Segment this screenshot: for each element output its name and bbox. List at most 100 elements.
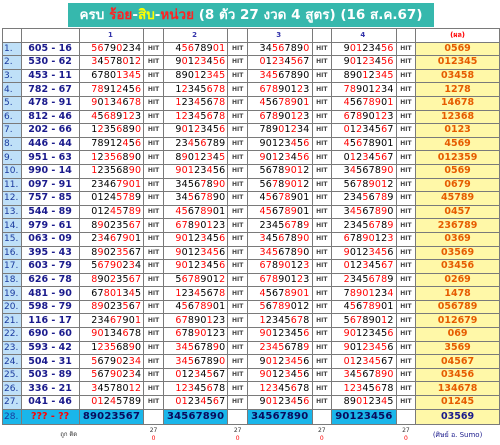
sheet: ครบ ร้อย-สิบ-หน่วย (8 ตัว 27 งวด 4 สูตร)… xyxy=(0,0,500,445)
set-1-hit-badge: HIT xyxy=(143,163,164,179)
set-1-hit-badge: HIT xyxy=(143,191,164,206)
result-digits: 0369 xyxy=(415,231,500,247)
set-1-digit: 9 xyxy=(135,396,142,408)
set-3-digit: 6 xyxy=(303,396,310,408)
set-3-cell: 12345678 xyxy=(246,381,313,397)
set-1-digit: 7 xyxy=(135,219,142,231)
set-2-hit-badge: HIT xyxy=(227,204,248,220)
set-1-digit: 5 xyxy=(135,287,142,299)
set-3-digit: 8 xyxy=(303,382,310,394)
set-2-cell: 12345678 xyxy=(162,109,229,125)
set-1-cell: 01245789 xyxy=(78,204,145,220)
set-4-cell: 56789012 xyxy=(331,177,397,193)
set-2-digit: 0 xyxy=(219,355,226,367)
result-digits: 236789 xyxy=(415,218,500,233)
set-4-digit: 1 xyxy=(387,138,394,150)
table-row: 12. 757 - 85 01245789 HIT 34567890 HIT 4567890… xyxy=(2,191,500,206)
row-index: 15. xyxy=(2,231,22,247)
set-2-cell: 12345678 xyxy=(162,95,229,111)
set-4-hit-badge: HIT xyxy=(395,55,417,70)
row-index: 26. xyxy=(2,381,22,397)
set-2-digit: 6 xyxy=(219,246,226,258)
set-1-digit: 9 xyxy=(135,206,142,218)
result-digits: 03569 xyxy=(415,245,500,261)
set-4-digit: 4 xyxy=(387,83,394,95)
header-result: (ผล) xyxy=(415,28,500,43)
set-2-digit: 6 xyxy=(219,165,226,177)
set-1-digit: 6 xyxy=(135,138,142,150)
set-1-cell: 23467901 xyxy=(78,313,145,329)
row-index: 12. xyxy=(2,191,22,206)
set-1-cell: 56790234 xyxy=(78,354,145,369)
set-3-hit-badge: HIT xyxy=(311,68,333,84)
set-3-hit-count: 27 xyxy=(317,426,326,434)
set-2-hit-badge: HIT xyxy=(227,95,248,111)
header-hit-1 xyxy=(143,28,164,43)
set-1-cell: 89023567 xyxy=(78,245,145,261)
header-set-4: 4 xyxy=(331,28,397,43)
set-3-hit-badge: HIT xyxy=(311,286,333,301)
set-4-hit-badge: HIT xyxy=(395,340,417,356)
set-3-hit-badge: HIT xyxy=(311,55,333,70)
set-1-hit-badge: HIT xyxy=(143,313,164,329)
set-1-cell: 12356890 xyxy=(78,150,145,165)
header-set-1: 1 xyxy=(78,28,145,43)
set-4-hit-badge: HIT xyxy=(395,82,417,97)
set-4-digit: 6 xyxy=(387,42,394,54)
set-2-hit-badge: HIT xyxy=(227,286,248,301)
result-number: 097 - 91 xyxy=(20,177,80,193)
set-4-tally: 27 0 xyxy=(396,424,416,445)
set-4-digit: 6 xyxy=(387,56,394,68)
result-digits: 12368 xyxy=(415,109,500,125)
set-4-digit: 3 xyxy=(387,233,394,245)
row-index: 24. xyxy=(2,354,22,369)
set-3-cell: 90123456 xyxy=(246,395,313,410)
set-4-miss-count: 0 xyxy=(404,434,408,442)
set-2-hit-badge: HIT xyxy=(227,82,248,97)
result-digits: 056789 xyxy=(415,299,500,315)
set-2-digit: 3 xyxy=(219,219,226,231)
set-1-digit: 0 xyxy=(135,341,142,353)
set-1-hit-badge: HIT xyxy=(143,231,164,247)
set-2-digit: 6 xyxy=(219,233,226,245)
set-3-digit: 3 xyxy=(303,260,310,272)
set-3-cell: 90123456 xyxy=(246,327,313,342)
set-2-digit: 7 xyxy=(219,396,226,408)
result-number: 690 - 60 xyxy=(20,327,80,342)
set-2-cell: 45678901 xyxy=(162,41,229,57)
footer-label: ถูก ติด xyxy=(21,424,80,445)
set-1-digit: 1 xyxy=(135,314,142,326)
set-1-cell: 89023567 xyxy=(78,218,145,233)
set-4-cell: 89012345 xyxy=(331,68,397,84)
result-number: 544 - 89 xyxy=(20,204,80,220)
set-3-hit-badge: HIT xyxy=(311,327,333,342)
title-banner: ครบ ร้อย-สิบ-หน่วย (8 ตัว 27 งวด 4 สูตร)… xyxy=(68,3,434,27)
set-2-hit-badge: HIT xyxy=(227,136,248,152)
set-4-cell: 67890123 xyxy=(331,109,397,125)
set-3-cell: 45678901 xyxy=(246,95,313,111)
set-4-hit-badge: HIT xyxy=(395,109,417,125)
set-4-hit-badge: HIT xyxy=(395,163,417,179)
set-4-hit-badge: HIT xyxy=(395,299,417,315)
result-digits: 1278 xyxy=(415,82,500,97)
footer-spacer xyxy=(2,424,22,445)
set-2-cell: 90123456 xyxy=(162,231,229,247)
set-1-hit-badge: HIT xyxy=(143,367,164,383)
set-3-cell: 56789012 xyxy=(246,299,313,315)
set-3-digit: 9 xyxy=(303,341,310,353)
set-4-cell: 45678901 xyxy=(331,299,397,315)
set-4-hit-badge: HIT xyxy=(395,41,417,57)
set-1-cell: 34578012 xyxy=(78,381,145,397)
set-1-digit: 1 xyxy=(135,178,142,190)
set-4-hit-badge: HIT xyxy=(395,367,417,383)
set-3-hit-badge: HIT xyxy=(311,163,333,179)
set-3-hit-badge: HIT xyxy=(311,272,333,288)
set-2-digit: 3 xyxy=(219,328,226,340)
set-3-hit-badge: HIT xyxy=(311,41,333,57)
table-row: 24. 504 - 31 56790234 HIT 34567890 HIT 9012345… xyxy=(2,354,500,369)
result-digits: 012359 xyxy=(415,150,500,165)
set-2-digit: 1 xyxy=(219,301,226,313)
set-4-hit-badge: HIT xyxy=(395,381,417,397)
set-4-digit: 1 xyxy=(387,301,394,313)
set-1-digit: 0 xyxy=(135,151,142,163)
